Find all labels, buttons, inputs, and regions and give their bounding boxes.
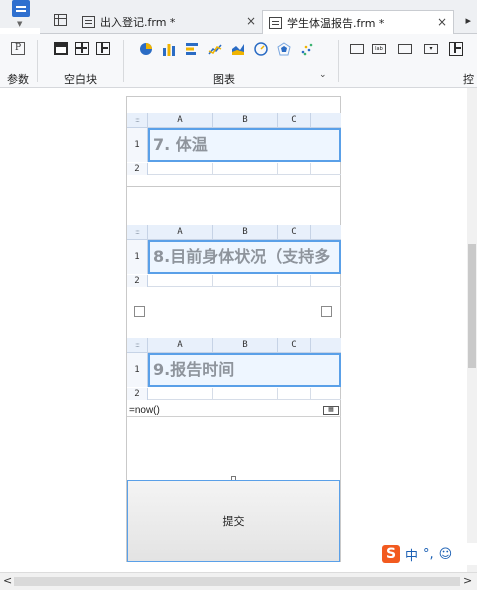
text-box-widget-icon[interactable] (350, 44, 364, 54)
close-icon[interactable]: × (437, 15, 447, 29)
select-all-corner[interactable]: ::: (127, 225, 148, 240)
submit-button[interactable]: 提交 (127, 480, 340, 562)
horizontal-scrollbar[interactable]: < > (0, 572, 477, 590)
ribbon-group-label-widget: 控 (463, 73, 474, 86)
cell[interactable] (278, 388, 311, 400)
scroll-left-icon[interactable]: < (3, 574, 12, 587)
cell[interactable] (213, 275, 278, 287)
column-header: ::: A B C (127, 113, 341, 128)
tab-bar: 出入登记.frm * × 学生体温报告.frm * × ▸ (40, 8, 477, 34)
bar-chart-icon[interactable] (162, 42, 176, 56)
ime-language-toggle[interactable]: 中 (405, 545, 418, 564)
area-chart-icon[interactable] (231, 42, 245, 56)
form-file-icon (82, 16, 95, 28)
close-icon[interactable]: × (246, 14, 256, 28)
report-block-temperature[interactable]: ::: A B C 1 7. 体温 2 (127, 113, 341, 179)
gauge-chart-icon[interactable] (254, 42, 268, 56)
form-file-icon (269, 16, 282, 29)
title-cell[interactable]: 8.目前身体状况（支持多 (148, 240, 341, 274)
formula-text: =now() (129, 405, 160, 416)
tab-label: 出入登记.frm * (100, 16, 176, 29)
tab-layout-icon[interactable] (96, 42, 110, 55)
scroll-right-icon[interactable]: > (463, 574, 472, 587)
cell[interactable] (278, 163, 311, 175)
column-header: ::: A B C (127, 338, 341, 353)
chevron-down-icon[interactable]: ⌄ (319, 70, 327, 80)
cell[interactable] (148, 388, 213, 400)
column-header-b[interactable]: B (213, 338, 278, 353)
calendar-icon[interactable]: ▦ (323, 406, 339, 415)
tab-overflow-icon[interactable]: ▸ (465, 14, 471, 27)
ribbon-group-label-chart: 图表 (213, 73, 235, 86)
table-row[interactable] (148, 388, 341, 400)
ribbon-divider (37, 40, 38, 82)
table-row[interactable] (148, 163, 341, 175)
column-header-a[interactable]: A (148, 338, 213, 353)
absolute-layout-icon[interactable] (75, 42, 89, 55)
quick-access-toolbar (0, 0, 477, 8)
dropdown-widget-icon[interactable]: ▾ (424, 44, 438, 54)
title-cell[interactable]: 9.报告时间 (148, 353, 341, 387)
cell[interactable] (148, 163, 213, 175)
column-header-c[interactable]: C (278, 113, 311, 128)
column-header-b[interactable]: B (213, 225, 278, 240)
parameter-icon[interactable]: P (11, 42, 25, 55)
ime-toolbar[interactable]: S 中 °, ☺ (380, 543, 477, 565)
tab-chuchu-dengji[interactable]: 出入登记.frm * × (76, 10, 262, 34)
ribbon-toolbar: P 参数 空白块 图表 ⌄ lab ▾ 控 (0, 34, 477, 88)
column-header-c[interactable]: C (278, 225, 311, 240)
row-header-2[interactable]: 2 (127, 163, 148, 175)
report-block-report-time[interactable]: ::: A B C 1 9.报告时间 2 (127, 338, 341, 404)
checkbox-left[interactable] (134, 306, 145, 317)
ribbon-group-label-params: 参数 (7, 73, 29, 86)
checkbox-right[interactable] (321, 306, 332, 317)
ribbon-group-label-blank: 空白块 (64, 73, 97, 86)
report-block-body-condition[interactable]: ::: A B C 1 8.目前身体状况（支持多 2 (127, 225, 341, 291)
row-header-1[interactable]: 1 (127, 353, 148, 387)
ribbon-divider (123, 40, 124, 82)
divider (127, 186, 341, 187)
tab-label: 学生体温报告.frm * (287, 16, 385, 30)
date-widget-icon[interactable] (449, 42, 463, 56)
column-header-c[interactable]: C (278, 338, 311, 353)
scrollbar-thumb[interactable] (468, 244, 476, 368)
row-header-1[interactable]: 1 (127, 240, 148, 274)
title-cell[interactable]: 7. 体温 (148, 128, 341, 162)
horizontal-bar-chart-icon[interactable] (185, 42, 199, 56)
column-header-b[interactable]: B (213, 113, 278, 128)
cell[interactable] (213, 163, 278, 175)
app-menu-button[interactable]: ▼ (0, 0, 40, 28)
scatter-chart-icon[interactable] (300, 42, 314, 56)
label-widget-icon[interactable]: lab (372, 44, 386, 54)
row-header-2[interactable]: 2 (127, 275, 148, 287)
app-logo-icon (12, 0, 30, 17)
select-all-corner[interactable]: ::: (127, 113, 148, 128)
blank-block-icon[interactable] (54, 42, 68, 55)
emoji-icon[interactable]: ☺ (439, 547, 453, 562)
column-header-a[interactable]: A (148, 225, 213, 240)
button-widget-icon[interactable] (398, 44, 412, 54)
sogou-ime-icon[interactable]: S (382, 545, 400, 563)
cell[interactable] (213, 388, 278, 400)
column-header-a[interactable]: A (148, 113, 213, 128)
cell[interactable] (278, 275, 311, 287)
table-row[interactable] (148, 275, 341, 287)
chevron-down-icon: ▼ (17, 20, 23, 28)
radar-chart-icon[interactable] (277, 42, 291, 56)
cell[interactable] (148, 275, 213, 287)
line-chart-icon[interactable] (208, 42, 222, 56)
tab-student-temperature[interactable]: 学生体温报告.frm * × (262, 10, 454, 34)
scrollbar-thumb[interactable] (14, 577, 460, 586)
select-all-corner[interactable]: ::: (127, 338, 148, 353)
vertical-scrollbar[interactable] (467, 88, 477, 572)
row-header-1[interactable]: 1 (127, 128, 148, 162)
grid-icon[interactable] (54, 14, 67, 26)
submit-button-label: 提交 (222, 515, 245, 528)
ime-punctuation-toggle[interactable]: °, (423, 547, 434, 562)
row-header-2[interactable]: 2 (127, 388, 148, 400)
column-header: ::: A B C (127, 225, 341, 240)
datetime-formula-field[interactable]: =now() ▦ (127, 405, 341, 417)
pie-chart-icon[interactable] (139, 42, 153, 56)
ribbon-divider (338, 40, 339, 82)
